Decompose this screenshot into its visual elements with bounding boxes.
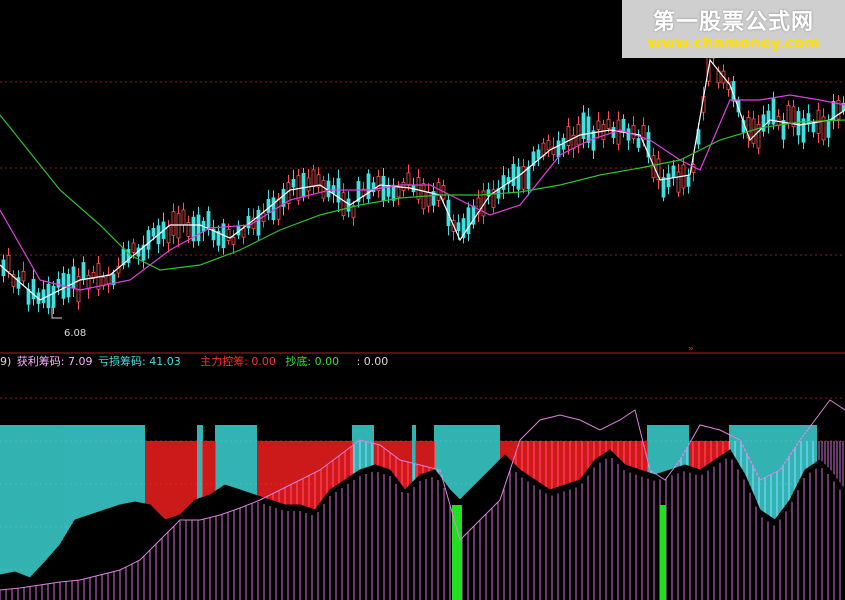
legend-bottom-fishing: 抄底: 0.00 <box>285 355 340 368</box>
candle-body <box>601 123 606 141</box>
candle-body <box>596 120 601 131</box>
candle-body <box>621 118 626 132</box>
legend-profit-chips: 获利筹码: 7.09 <box>16 355 93 368</box>
candle-body <box>786 104 791 124</box>
candle-body <box>516 166 521 190</box>
candle-body <box>556 140 561 158</box>
candle-body <box>526 166 531 190</box>
candle-body <box>391 184 396 201</box>
candle-body <box>56 279 61 288</box>
candle-body <box>686 176 691 187</box>
candle-body <box>591 130 596 151</box>
candle-body <box>426 192 431 207</box>
candle-body <box>351 205 356 219</box>
candle-body <box>226 229 231 241</box>
candle-body <box>536 149 541 160</box>
candle-body <box>231 236 236 245</box>
candle-body <box>266 199 271 213</box>
legend-unnamed: : 0.00 <box>356 355 389 368</box>
candle-body <box>196 214 201 242</box>
watermark-title: 第一股票公式网 <box>652 10 814 35</box>
bottom-fishing-bar <box>660 505 666 600</box>
candle-body <box>401 181 406 191</box>
scroll-arrow-marker: » <box>688 344 694 354</box>
candle-body <box>131 242 136 253</box>
candle-body <box>406 172 411 185</box>
candle-body <box>206 211 211 229</box>
candle-body <box>436 182 441 201</box>
watermark-url: www.chnmoney.com <box>647 34 820 52</box>
candle-body <box>181 209 186 226</box>
candle-body <box>821 116 826 141</box>
candle-body <box>781 120 786 140</box>
candle-body <box>521 166 526 190</box>
candle-body <box>81 262 86 281</box>
candle-body <box>626 128 631 141</box>
legend-loss-chips: 亏损筹码: 41.03 <box>98 355 181 368</box>
candle-body <box>511 164 516 187</box>
candle-body <box>566 126 571 146</box>
candle-body <box>16 277 21 289</box>
candle-body <box>271 197 276 221</box>
candle-body <box>166 226 171 244</box>
bottom-fishing-bar <box>452 505 462 600</box>
candle-body <box>796 111 801 136</box>
legend-main-control: 主力控筹: 0.00 <box>200 355 276 368</box>
candle-body <box>636 138 641 148</box>
candle-body <box>21 270 26 282</box>
watermark-logo: 第一股票公式网 www.chnmoney.com <box>622 0 845 58</box>
candle-body <box>256 209 261 236</box>
candle-body <box>671 165 676 179</box>
candle-body <box>151 228 156 237</box>
candlesticks: » <box>1 45 845 354</box>
candle-body <box>311 169 316 188</box>
candle-body <box>41 289 46 304</box>
candle-body <box>306 177 311 192</box>
candle-body <box>301 172 306 198</box>
candle-body <box>606 118 611 129</box>
candle-body <box>326 180 331 198</box>
candle-body <box>826 120 831 138</box>
candle-body <box>146 230 151 250</box>
candle-body <box>546 140 551 151</box>
candle-body <box>661 177 666 198</box>
candle-body <box>806 113 811 125</box>
candle-body <box>6 255 11 273</box>
candle-body <box>631 124 636 139</box>
candle-body <box>176 213 181 239</box>
candle-body <box>106 274 111 285</box>
indicator-legend: 9) 获利筹码: 7.09 亏损筹码: 41.03 主力控筹: 0.00 抄底:… <box>0 354 390 370</box>
candle-body <box>246 215 251 229</box>
candle-body <box>586 116 591 143</box>
low-price-label: 6.08 <box>64 328 87 339</box>
candle-body <box>321 179 326 199</box>
candle-body <box>291 178 296 188</box>
candle-body <box>71 266 76 289</box>
candle-body <box>86 274 91 290</box>
candle-body <box>811 122 816 133</box>
candle-body <box>171 211 176 236</box>
candle-body <box>241 228 246 238</box>
oscillator-panel <box>0 399 845 600</box>
candle-body <box>366 173 371 200</box>
candle-body <box>456 222 461 231</box>
ma-line-1 <box>0 58 845 301</box>
moving-average-lines <box>0 58 845 301</box>
candle-body <box>761 114 766 132</box>
chart-canvas: » <box>0 45 845 600</box>
legend-prefix: 9) <box>0 355 12 368</box>
candle-body <box>666 173 671 188</box>
candle-body <box>51 285 56 308</box>
candle-body <box>676 171 681 193</box>
candle-body <box>751 118 756 144</box>
candle-body <box>276 198 281 220</box>
candle-body <box>341 192 346 217</box>
candle-body <box>396 186 401 198</box>
